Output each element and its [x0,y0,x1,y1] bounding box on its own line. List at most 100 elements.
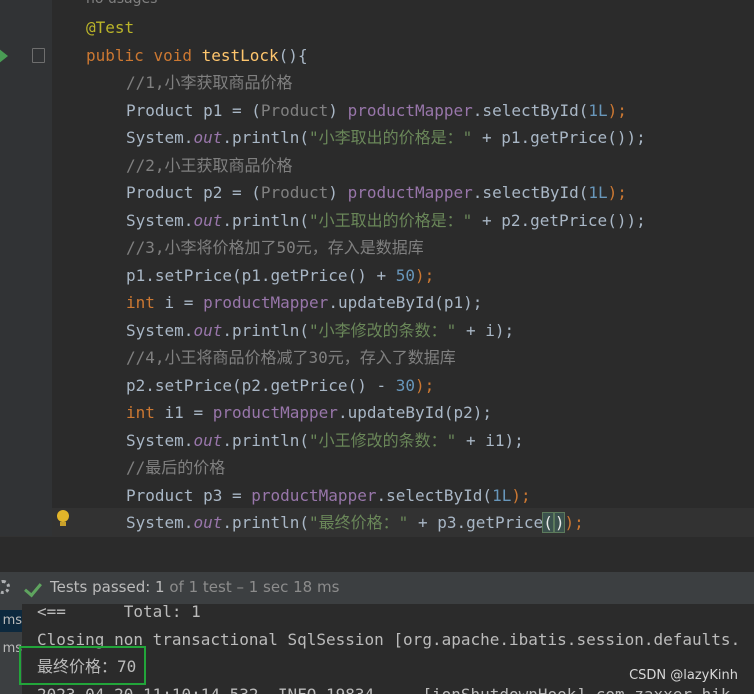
text: i1 = [154,403,213,422]
console-line: 2023-04-20 11:10:14.532 INFO 19834 --- [… [37,685,731,694]
kw-public: public [86,46,144,65]
rest: + p1.getPrice()); [472,128,646,147]
string-literal: "小王修改的条数：" [309,431,457,450]
out: out [193,513,223,532]
p1-call: .selectById( [472,101,589,120]
code-set-p2: p2.setPrice(p2.getPrice() - 30); [126,372,434,399]
call: .println( [222,513,310,532]
mapper: productMapper [251,486,377,505]
out: out [193,431,223,450]
rest: + p2.getPrice()); [472,211,646,230]
text: Product p3 = [126,486,252,505]
test-tree-item[interactable]: ms [0,610,22,632]
string-literal: "小李取出的价格是：" [309,128,473,147]
p1-mapper: productMapper [347,101,473,120]
mapper: productMapper [212,403,338,422]
editor-gutter [0,0,52,536]
num: 30 [395,376,415,395]
code-print-p2: System.out.println("小王取出的价格是：" + p2.getP… [126,207,646,234]
p2-call: .selectById( [472,183,589,202]
rest: .updateById(p1); [328,293,483,312]
out: out [193,211,223,230]
rest: + i); [456,321,515,340]
string-literal: "最终价格：" [309,513,409,532]
text: p1.setPrice(p1.getPrice() + [126,266,396,285]
p1-num: 1L [588,101,608,120]
kw-int: int [126,403,155,422]
rest: + p3.getPrice [408,513,544,532]
p1-close: ) [328,101,348,120]
end: ); [414,376,435,395]
annotation-line: @Test [86,18,135,37]
method-name: testLock [201,46,279,65]
num: 1L [492,486,512,505]
code-print-i: System.out.println("小李修改的条数：" + i); [126,317,514,344]
code-print-final: System.out.println("最终价格：" + p3.getPrice… [126,509,584,536]
call: .println( [222,321,310,340]
text: p2.setPrice(p2.getPrice() - [126,376,396,395]
string-literal: "小李修改的条数：" [309,321,457,340]
run-test-icon[interactable] [0,48,8,64]
p1-end: ); [607,101,627,120]
tests-detail: of 1 test – 1 sec 18 ms [164,578,340,596]
panel-divider [0,536,754,573]
comment-3: //3,小李将价格加了50元，存入是数据库 [126,238,424,257]
sys: System. [126,321,194,340]
sys: System. [126,128,194,147]
code-print-i1: System.out.println("小王修改的条数：" + i1); [126,427,524,454]
result-highlight-box [19,646,146,685]
code-editor[interactable]: no usages @Test public void testLock(){ … [0,0,754,536]
end: ); [414,266,435,285]
bracket-open: ( [542,512,554,533]
p2-close: ) [328,183,348,202]
tests-passed-count: 1 [155,578,165,596]
console-line: <== Total: 1 [37,604,201,621]
p2-mapper: productMapper [347,183,473,202]
kw-void: void [153,46,192,65]
p1-decl: Product p1 = ( [126,101,261,120]
sys: System. [126,211,194,230]
usages-hint: no usages [86,0,157,13]
text: i = [154,293,204,312]
watermark: CSDN @lazyKinh [629,668,738,683]
p1-cast: Product [260,101,329,120]
check-icon [24,578,42,598]
mapper: productMapper [203,293,329,312]
end: ); [511,486,531,505]
kw-int: int [126,293,155,312]
string-literal: "小王取出的价格是：" [309,211,473,230]
rest: + i1); [456,431,524,450]
out: out [193,128,223,147]
p2-end: ); [607,183,627,202]
call: .selectById( [376,486,493,505]
fold-icon[interactable] [32,48,45,63]
code-set-p1: p1.setPrice(p1.getPrice() + 50); [126,262,434,289]
comment-4: //4,小王将商品价格减了30元，存入了数据库 [126,348,456,367]
call: .println( [222,211,310,230]
comment-2: //2,小王获取商品价格 [126,156,293,175]
p2-num: 1L [588,183,608,202]
test-results-toolbar: Tests passed: 1 of 1 test – 1 sec 18 ms [0,572,754,605]
gear-icon[interactable] [0,580,10,594]
lightbulb-base [60,522,66,526]
comment-5: //最后的价格 [126,458,226,477]
comment-1: //1,小李获取商品价格 [126,73,293,92]
signature-open: (){ [278,46,308,65]
p2-cast: Product [260,183,329,202]
end: ); [564,513,584,532]
code-line-p3: Product p3 = productMapper.selectById(1L… [126,482,531,509]
call: .println( [222,431,310,450]
lightbulb-icon[interactable] [57,510,69,522]
code-update-p2: int i1 = productMapper.updateById(p2); [126,399,492,426]
code-update-p1: int i = productMapper.updateById(p1); [126,289,482,316]
sys: System. [126,513,194,532]
method-signature: public void testLock(){ [86,42,308,69]
num: 50 [395,266,415,285]
call: .println( [222,128,310,147]
out: out [193,321,223,340]
rest: .updateById(p2); [337,403,493,422]
p2-decl: Product p2 = ( [126,183,261,202]
code-line-p1: Product p1 = (Product) productMapper.sel… [126,97,627,124]
tests-status: Tests passed: 1 of 1 test – 1 sec 18 ms [50,578,339,596]
code-line-p2: Product p2 = (Product) productMapper.sel… [126,179,627,206]
